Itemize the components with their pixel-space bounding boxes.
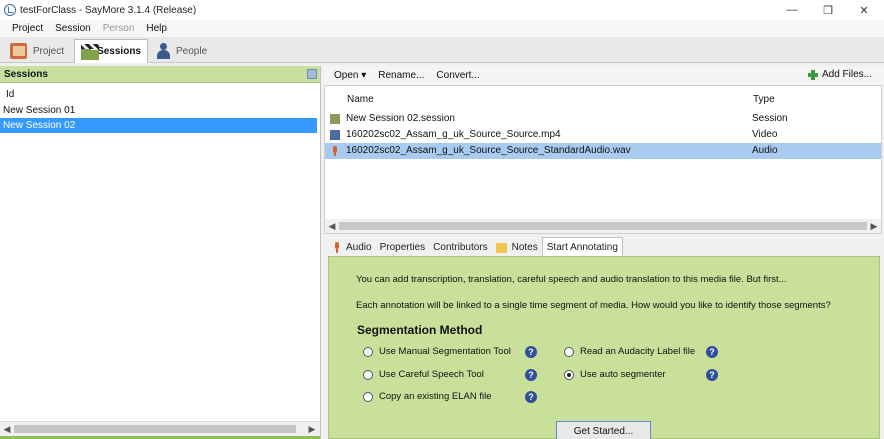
add-files-button[interactable]: Add Files...	[807, 69, 872, 80]
audio-file-icon	[330, 146, 340, 156]
menu-help[interactable]: Help	[140, 23, 173, 34]
scroll-right-icon[interactable]: ▶	[306, 423, 318, 435]
help-icon[interactable]: ?	[525, 391, 537, 403]
option-label: Use auto segmenter	[580, 369, 666, 380]
people-icon	[156, 43, 170, 59]
file-type: Audio	[752, 145, 778, 156]
tab-start-annotating[interactable]: Start Annotating	[541, 237, 623, 256]
segmentation-method-heading: Segmentation Method	[357, 323, 483, 337]
close-button[interactable]: ✕	[846, 0, 882, 20]
video-file-icon	[330, 130, 340, 140]
tab-project[interactable]: Project	[4, 40, 70, 62]
option-label: Use Manual Segmentation Tool	[379, 346, 511, 357]
option-label: Use Careful Speech Tool	[379, 369, 484, 380]
session-row[interactable]: New Session 01	[0, 103, 317, 118]
option-audacity-label[interactable]: Read an Audacity Label file	[564, 346, 695, 357]
scroll-right-icon[interactable]: ▶	[868, 220, 880, 232]
tab-people-label: People	[176, 45, 208, 57]
column-chooser-icon[interactable]	[307, 69, 317, 79]
radio-button[interactable]	[363, 369, 373, 380]
annotation-question-text: Each annotation will be linked to a sing…	[356, 300, 831, 311]
sessions-horizontal-scrollbar[interactable]: ◀ ▶	[0, 421, 320, 436]
radio-button-selected[interactable]	[564, 369, 574, 380]
title-bar: testForClass - SayMore 3.1.4 (Release) —…	[0, 0, 884, 20]
file-list: Name Type New Session 02.session Session…	[324, 85, 882, 234]
file-list-header: Name Type	[325, 86, 881, 111]
file-toolbar: Open ▾ Rename... Convert... Add Files...	[324, 66, 884, 85]
scroll-left-icon[interactable]: ◀	[326, 220, 338, 232]
tab-properties[interactable]: Properties	[376, 239, 430, 256]
convert-button[interactable]: Convert...	[436, 70, 479, 81]
start-annotating-panel: You can add transcription, translation, …	[328, 256, 880, 439]
file-type: Session	[752, 113, 788, 124]
plus-icon	[807, 69, 818, 80]
help-icon[interactable]: ?	[706, 346, 718, 358]
tab-sessions[interactable]: Sessions	[74, 39, 148, 63]
open-menu-button[interactable]: Open ▾	[334, 70, 366, 81]
file-row[interactable]: New Session 02.session Session	[325, 111, 881, 127]
radio-button[interactable]	[564, 346, 574, 357]
option-copy-elan[interactable]: Copy an existing ELAN file	[363, 391, 491, 402]
add-files-label: Add Files...	[821, 69, 872, 80]
scrollbar-thumb[interactable]	[14, 425, 296, 433]
option-manual-segmentation[interactable]: Use Manual Segmentation Tool	[363, 346, 511, 357]
main-tab-strip: Project Sessions People	[0, 37, 884, 63]
tab-project-label: Project	[32, 45, 64, 57]
tab-contributors[interactable]: Contributors	[429, 239, 491, 256]
scroll-left-icon[interactable]: ◀	[1, 423, 13, 435]
sessions-panel-title: Sessions	[4, 68, 48, 80]
sessions-icon	[81, 43, 100, 60]
file-name: 160202sc02_Assam_g_uk_Source_Source.mp4	[346, 129, 561, 140]
tab-notes-label: Notes	[511, 242, 538, 253]
annotation-intro-text: You can add transcription, translation, …	[356, 274, 787, 285]
file-name: New Session 02.session	[346, 113, 455, 124]
menu-project[interactable]: Project	[6, 23, 49, 34]
file-name: 160202sc02_Assam_g_uk_Source_Source_Stan…	[346, 145, 631, 156]
file-list-horizontal-scrollbar[interactable]: ◀ ▶	[325, 219, 881, 233]
name-column-header[interactable]: Name	[347, 94, 374, 105]
option-label: Read an Audacity Label file	[580, 346, 696, 357]
sessions-panel-header: Sessions	[0, 66, 320, 83]
session-files-panel: Open ▾ Rename... Convert... Add Files...…	[324, 66, 884, 439]
file-detail-tabs: Audio Properties Contributors Notes Star…	[324, 236, 884, 256]
menu-person: Person	[102, 23, 135, 34]
help-icon[interactable]: ?	[525, 346, 537, 358]
get-started-button[interactable]: Get Started...	[556, 421, 651, 439]
help-icon[interactable]: ?	[706, 369, 718, 381]
option-auto-segmenter[interactable]: Use auto segmenter	[564, 369, 666, 380]
tab-audio[interactable]: Audio	[330, 239, 376, 256]
file-row-selected[interactable]: 160202sc02_Assam_g_uk_Source_Source_Stan…	[325, 143, 881, 159]
rename-button[interactable]: Rename...	[378, 70, 424, 81]
type-column-header[interactable]: Type	[753, 94, 775, 105]
option-label: Copy an existing ELAN file	[379, 391, 492, 402]
menu-session[interactable]: Session	[49, 23, 97, 34]
session-row-selected[interactable]: New Session 02	[0, 118, 317, 133]
file-type: Video	[752, 129, 778, 140]
session-file-icon	[330, 114, 340, 124]
tab-people[interactable]: People	[150, 40, 214, 62]
help-icon[interactable]: ?	[525, 369, 537, 381]
menu-bar: Project Session Person Help	[0, 20, 884, 37]
notes-icon	[495, 242, 507, 253]
project-icon	[10, 43, 27, 59]
saymore-logo-icon	[4, 4, 16, 16]
option-careful-speech[interactable]: Use Careful Speech Tool	[363, 369, 484, 380]
radio-button[interactable]	[363, 346, 373, 357]
id-column-header[interactable]: Id	[0, 86, 320, 103]
microphone-icon	[334, 242, 340, 253]
scrollbar-thumb[interactable]	[339, 222, 867, 230]
tab-audio-label: Audio	[346, 242, 372, 253]
minimize-button[interactable]: —	[774, 0, 810, 20]
tab-notes[interactable]: Notes	[492, 239, 542, 256]
sessions-panel: Sessions Id New Session 01 New Session 0…	[0, 66, 321, 439]
file-row[interactable]: 160202sc02_Assam_g_uk_Source_Source.mp4 …	[325, 127, 881, 143]
maximize-button[interactable]: ❐	[810, 0, 846, 20]
radio-button[interactable]	[363, 391, 373, 402]
tab-sessions-label: Sessions	[97, 46, 141, 57]
window-title: testForClass - SayMore 3.1.4 (Release)	[20, 4, 197, 16]
